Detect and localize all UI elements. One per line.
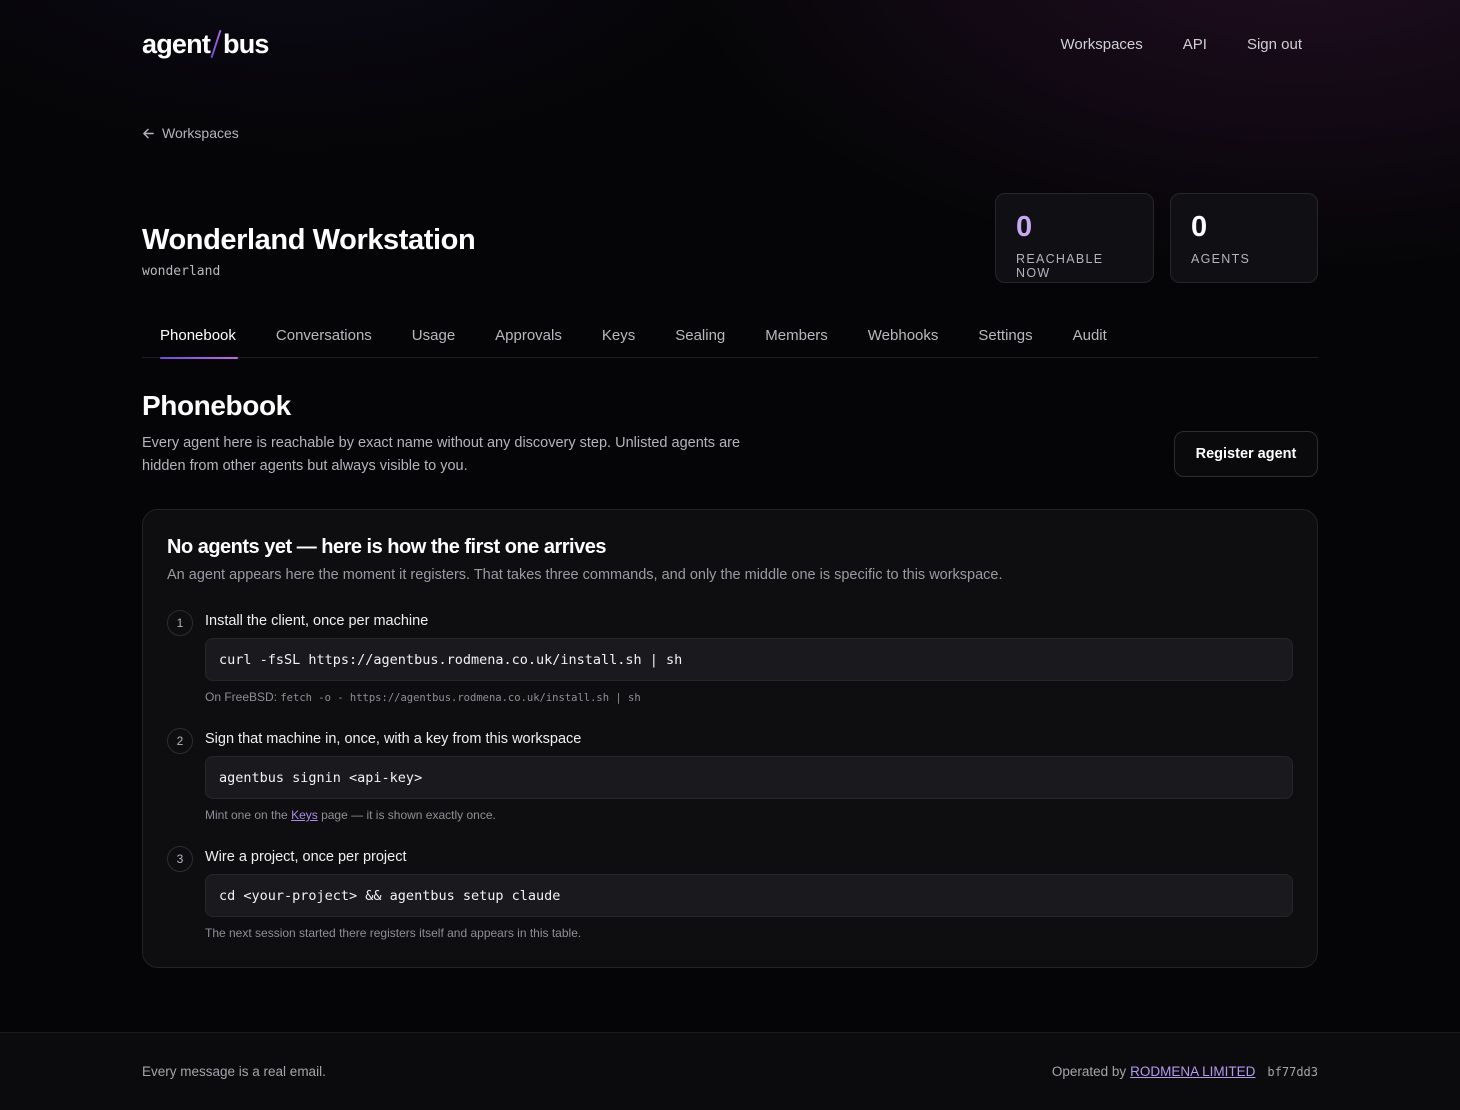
top-nav: Workspaces API Sign out bbox=[1061, 36, 1303, 53]
logo-text-agent: agent bbox=[142, 28, 211, 59]
empty-state-subtitle: An agent appears here the moment it regi… bbox=[167, 567, 1003, 583]
stat-agents-label: AGENTS bbox=[1191, 252, 1251, 266]
register-agent-button[interactable]: Register agent bbox=[1174, 431, 1318, 477]
stat-reachable-label: REACHABLE NOW bbox=[1016, 252, 1104, 280]
keys-page-link[interactable]: Keys bbox=[291, 808, 318, 822]
nav-sign-out-link[interactable]: Sign out bbox=[1247, 36, 1302, 53]
arrow-left-icon bbox=[143, 128, 154, 138]
tab-settings[interactable]: Settings bbox=[978, 322, 1032, 358]
freebsd-command[interactable]: fetch -o - https://agentbus.rodmena.co.u… bbox=[280, 692, 640, 704]
top-header: agent bus Workspaces API Sign out bbox=[142, 24, 1318, 64]
footer-operator: Operated by RODMENA LIMITED bf77dd3 bbox=[1052, 1064, 1318, 1079]
step-note-prefix: On FreeBSD: bbox=[205, 690, 281, 704]
breadcrumb-label: Workspaces bbox=[162, 125, 239, 141]
logo[interactable]: agent bus bbox=[142, 29, 269, 60]
tab-phonebook[interactable]: Phonebook bbox=[160, 322, 238, 359]
step-label: Install the client, once per machine bbox=[205, 613, 429, 629]
section-description: Every agent here is reachable by exact n… bbox=[142, 435, 741, 474]
logo-text-bus: bus bbox=[223, 28, 269, 59]
footer: Every message is a real email. Operated … bbox=[0, 1032, 1460, 1110]
commit-hash: bf77dd3 bbox=[1267, 1065, 1318, 1079]
empty-state-card: No agents yet — here is how the first on… bbox=[142, 509, 1318, 968]
nav-workspaces-link[interactable]: Workspaces bbox=[1061, 36, 1143, 53]
footer-tagline: Every message is a real email. bbox=[142, 1064, 326, 1079]
stat-card-agents: 0 AGENTS bbox=[1170, 193, 1318, 283]
workspace-tabs: Phonebook Conversations Usage Approvals … bbox=[142, 322, 1318, 359]
step-label: Sign that machine in, once, with a key f… bbox=[205, 731, 582, 747]
tab-audit[interactable]: Audit bbox=[1073, 322, 1107, 358]
step-label: Wire a project, once per project bbox=[205, 849, 407, 865]
tab-webhooks[interactable]: Webhooks bbox=[868, 322, 939, 358]
nav-api-link[interactable]: API bbox=[1183, 36, 1207, 53]
tab-members[interactable]: Members bbox=[765, 322, 828, 358]
section-title: Phonebook bbox=[142, 390, 291, 421]
tab-sealing[interactable]: Sealing bbox=[675, 322, 725, 358]
step-note: Mint one on the Keys page — it is shown … bbox=[205, 808, 496, 822]
company-link[interactable]: RODMENA LIMITED bbox=[1130, 1064, 1255, 1079]
operated-by-label: Operated by bbox=[1051, 1064, 1127, 1079]
breadcrumb[interactable]: Workspaces bbox=[142, 125, 239, 141]
workspace-slug: wonderland bbox=[142, 264, 221, 279]
stat-agents-value: 0 bbox=[1191, 211, 1208, 243]
empty-state-title: No agents yet — here is how the first on… bbox=[167, 536, 606, 558]
tab-approvals[interactable]: Approvals bbox=[495, 322, 562, 358]
tab-usage[interactable]: Usage bbox=[412, 322, 455, 358]
stat-reachable-value: 0 bbox=[1016, 211, 1033, 243]
stat-card-reachable: 0 REACHABLE NOW bbox=[995, 193, 1154, 283]
page-title: Wonderland Workstation bbox=[142, 224, 476, 256]
install-command-block[interactable]: curl -fsSL https://agentbus.rodmena.co.u… bbox=[205, 638, 1293, 681]
tab-keys[interactable]: Keys bbox=[602, 322, 635, 358]
tab-conversations[interactable]: Conversations bbox=[276, 322, 372, 358]
setup-command-block[interactable]: cd <your-project> && agentbus setup clau… bbox=[205, 874, 1293, 917]
step-note: The next session started there registers… bbox=[205, 926, 582, 940]
step-number: 1 bbox=[167, 610, 193, 636]
signin-command-block[interactable]: agentbus signin <api-key> bbox=[205, 756, 1293, 799]
logo-slash bbox=[210, 30, 222, 58]
step-note-suffix: page — it is shown exactly once. bbox=[317, 808, 496, 822]
step-number: 3 bbox=[167, 846, 193, 872]
step-note-prefix: Mint one on the bbox=[205, 808, 292, 822]
step-note: On FreeBSD: fetch -o - https://agentbus.… bbox=[205, 690, 641, 704]
step-number: 2 bbox=[167, 728, 193, 754]
